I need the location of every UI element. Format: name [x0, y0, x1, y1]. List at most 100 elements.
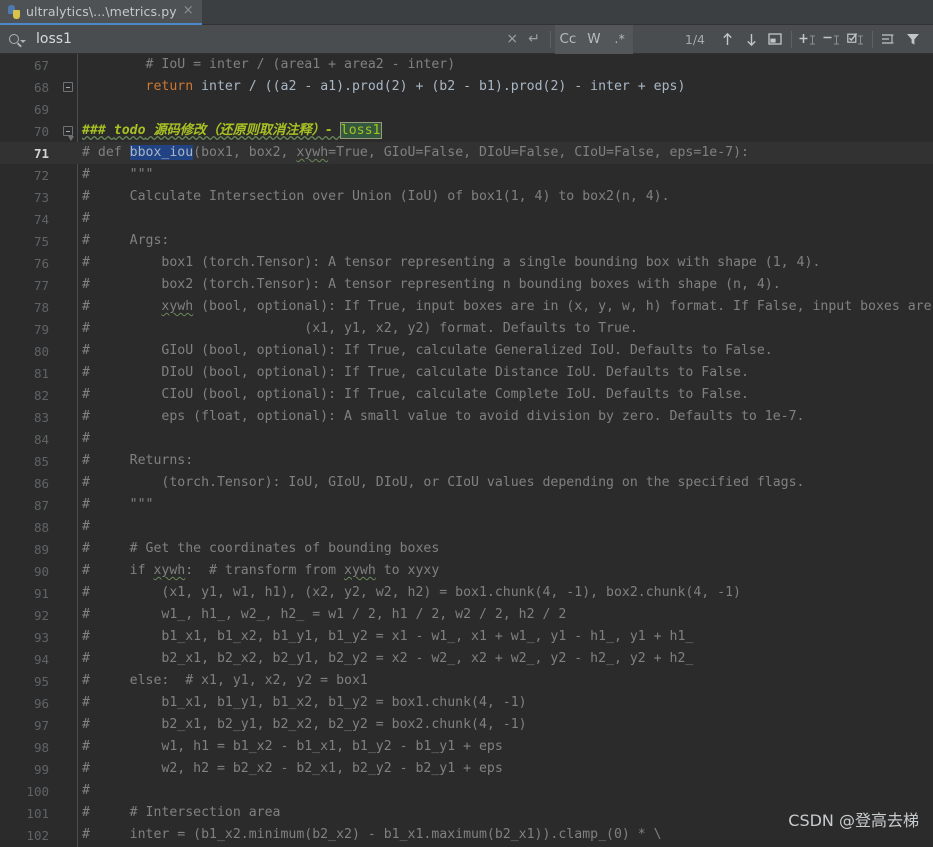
code-line[interactable]: 89 # # Get the coordinates of bounding bo… — [0, 538, 933, 560]
fold-marker-icon[interactable] — [58, 120, 78, 142]
code-text: # (x1, y1, w1, h1), (x2, y2, w2, h2) = b… — [82, 585, 741, 600]
code-line[interactable]: 87 # """ — [0, 494, 933, 516]
fold-column — [58, 494, 78, 516]
code-line[interactable]: 71 # def bbox_iou(box1, box2, xywh=True, … — [0, 142, 933, 164]
match-case-toggle[interactable]: Cc — [555, 25, 581, 54]
filter-icon[interactable] — [901, 25, 925, 54]
code-line[interactable]: 72 # """ — [0, 164, 933, 186]
fold-column — [58, 230, 78, 252]
code-line[interactable]: 88 # — [0, 516, 933, 538]
code-line[interactable]: 81 # DIoU (bool, optional): If True, calc… — [0, 362, 933, 384]
line-number: 91 — [33, 585, 49, 601]
fold-column — [58, 648, 78, 670]
toolbar-divider — [549, 30, 551, 48]
code-text: # w1_, h1_, w2_, h2_ = w1 / 2, h1 / 2, w… — [82, 607, 567, 622]
code-line[interactable]: 99 # w2, h2 = b2_x2 - b2_x1, b2_y2 - b2_y… — [0, 758, 933, 780]
select-all-occurrences-icon[interactable] — [844, 25, 868, 54]
line-number: 83 — [33, 409, 49, 425]
remove-selection-icon[interactable] — [820, 25, 844, 54]
fold-column — [58, 274, 78, 296]
line-number: 81 — [33, 365, 49, 381]
code-editor[interactable]: 67 # IoU = inter / (area1 + area2 - inte… — [0, 54, 933, 847]
code-line[interactable]: 95 # else: # x1, y1, x2, y2 = box1 — [0, 670, 933, 692]
code-line[interactable]: 92 # w1_, h1_, w2_, h2_ = w1 / 2, h1 / 2,… — [0, 604, 933, 626]
code-line[interactable]: 74 # — [0, 208, 933, 230]
code-line[interactable]: 100 # — [0, 780, 933, 802]
code-text: # # Intersection area — [82, 805, 281, 820]
toolbar-divider-3 — [872, 30, 873, 48]
code-text: # Args: — [82, 233, 170, 248]
code-line[interactable]: 86 # (torch.Tensor): IoU, GIoU, DIoU, or … — [0, 472, 933, 494]
code-line[interactable]: 73 # Calculate Intersection over Union (I… — [0, 186, 933, 208]
code-line[interactable]: 96 # b1_x1, b1_y1, b1_x2, b1_y2 = box1.ch… — [0, 692, 933, 714]
line-number: 73 — [33, 189, 49, 205]
code-line[interactable]: 85 # Returns: — [0, 450, 933, 472]
ide-window: ultralytics\...\metrics.py × × ↵ Cc W .*… — [0, 0, 933, 847]
code-text: # box2 (torch.Tensor): A tensor represen… — [82, 277, 781, 292]
code-line[interactable]: 101 # # Intersection area — [0, 802, 933, 824]
code-line[interactable]: 82 # CIoU (bool, optional): If True, calc… — [0, 384, 933, 406]
new-line-icon[interactable]: ↵ — [524, 32, 546, 47]
code-line[interactable]: 79 # (x1, y1, x2, y2) format. Defaults to… — [0, 318, 933, 340]
code-line[interactable]: 93 # b1_x1, b1_x2, b1_y1, b1_y2 = x1 - w1… — [0, 626, 933, 648]
code-line[interactable]: 67 # IoU = inter / (area1 + area2 - inte… — [0, 54, 933, 76]
code-line[interactable]: 84 # — [0, 428, 933, 450]
code-line[interactable]: 78 # xywh (bool, optional): If True, inpu… — [0, 296, 933, 318]
fold-column — [58, 384, 78, 406]
code-text: # b1_x1, b1_y1, b1_x2, b1_y2 = box1.chun… — [82, 695, 527, 710]
add-selection-icon[interactable] — [796, 25, 820, 54]
line-number: 82 — [33, 387, 49, 403]
code-line[interactable]: 80 # GIoU (bool, optional): If True, calc… — [0, 340, 933, 362]
clear-search-icon[interactable]: × — [500, 32, 524, 46]
code-text: # w1, h1 = b1_x2 - b1_x1, b1_y2 - b1_y1 … — [82, 739, 503, 754]
line-number: 94 — [33, 651, 49, 667]
find-in-selection-icon[interactable] — [877, 25, 901, 54]
code-text: # Calculate Intersection over Union (IoU… — [82, 189, 670, 204]
code-line[interactable]: 90 # if xywh: # transform from xywh to xy… — [0, 560, 933, 582]
fold-column — [58, 516, 78, 538]
python-file-icon — [8, 4, 21, 19]
line-number: 84 — [33, 431, 49, 447]
code-line[interactable]: 94 # b2_x1, b2_x2, b2_y1, b2_y2 = x2 - w2… — [0, 648, 933, 670]
fold-column — [58, 164, 78, 186]
words-toggle[interactable]: W — [581, 25, 607, 54]
code-line[interactable]: 68 return inter / ((a2 - a1).prod(2) + (… — [0, 76, 933, 98]
code-line[interactable]: 75 # Args: — [0, 230, 933, 252]
editor-tab-label: ultralytics\...\metrics.py — [26, 4, 177, 19]
regex-toggle[interactable]: .* — [607, 25, 633, 54]
code-line[interactable]: 98 # w1, h1 = b1_x2 - b1_x1, b1_y2 - b1_y… — [0, 736, 933, 758]
line-number: 77 — [33, 277, 49, 293]
code-line[interactable]: 77 # box2 (torch.Tensor): A tensor repres… — [0, 274, 933, 296]
fold-column — [58, 560, 78, 582]
close-icon[interactable]: × — [182, 4, 195, 19]
open-in-find-window-icon[interactable] — [763, 25, 787, 54]
code-line[interactable]: 83 # eps (float, optional): A small value… — [0, 406, 933, 428]
previous-match-icon[interactable] — [715, 25, 739, 54]
line-number: 93 — [33, 629, 49, 645]
code-line[interactable]: 70 ### todo 源码修改（还原则取消注释）- loss1 — [0, 120, 933, 142]
fold-column — [58, 340, 78, 362]
fold-marker-icon[interactable] — [58, 76, 78, 98]
next-match-icon[interactable] — [739, 25, 763, 54]
fold-column — [58, 252, 78, 274]
search-icon[interactable] — [9, 34, 26, 44]
line-number: 68 — [33, 79, 49, 95]
code-line[interactable]: 76 # box1 (torch.Tensor): A tensor repres… — [0, 252, 933, 274]
code-text: # — [82, 211, 90, 226]
editor-tab-metrics-py[interactable]: ultralytics\...\metrics.py × — [0, 0, 202, 25]
code-line[interactable]: 102 # inter = (b1_x2.minimum(b2_x2) - b1_… — [0, 824, 933, 846]
fold-column — [58, 318, 78, 340]
fold-column — [58, 626, 78, 648]
toolbar-divider-2 — [791, 30, 792, 48]
search-input[interactable] — [26, 30, 501, 48]
code-text: # box1 (torch.Tensor): A tensor represen… — [82, 255, 821, 270]
line-number: 76 — [33, 255, 49, 271]
code-line[interactable]: 97 # b2_x1, b2_y1, b2_x2, b2_y2 = box2.ch… — [0, 714, 933, 736]
code-line[interactable]: 91 # (x1, y1, w1, h1), (x2, y2, w2, h2) =… — [0, 582, 933, 604]
code-line[interactable]: 69 — [0, 98, 933, 120]
fold-column — [58, 450, 78, 472]
fold-column — [58, 186, 78, 208]
code-text: # — [82, 519, 90, 534]
code-lines: 67 # IoU = inter / (area1 + area2 - inte… — [0, 54, 933, 846]
fold-column — [58, 142, 78, 164]
